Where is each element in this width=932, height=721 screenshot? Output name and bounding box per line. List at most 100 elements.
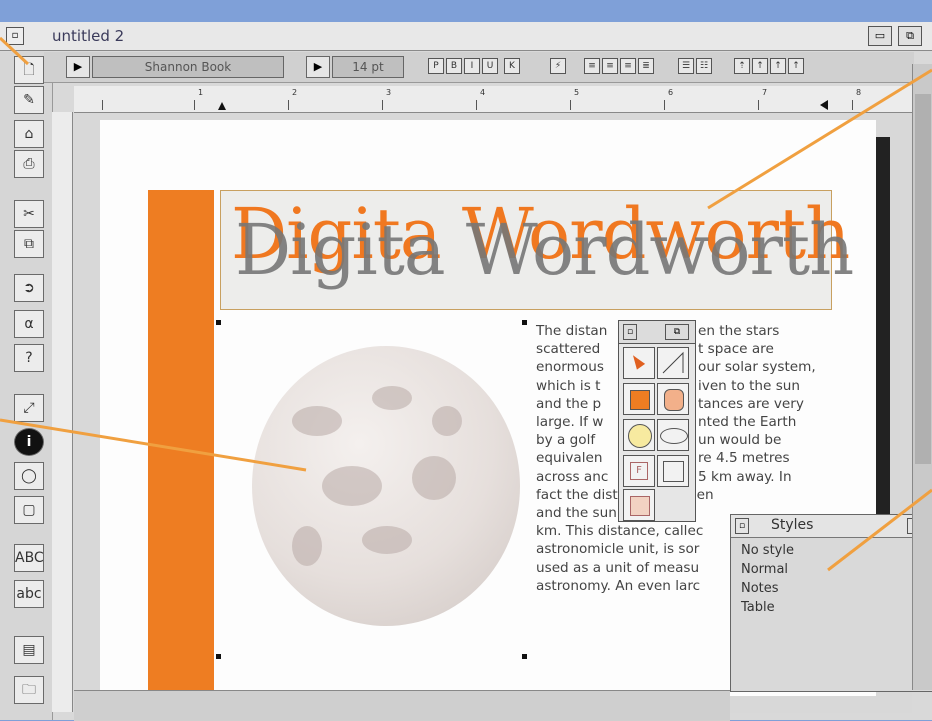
- frame-icon[interactable]: ▢: [14, 496, 44, 524]
- vertical-scroll-thumb[interactable]: [915, 94, 931, 464]
- frame-handle[interactable]: [522, 320, 527, 325]
- heading-frame[interactable]: Digita Wordworth Digita Wordworth: [220, 190, 854, 310]
- text-frame-icon[interactable]: F: [623, 455, 655, 487]
- vertical-scrollbar[interactable]: [912, 64, 932, 690]
- align-center-icon[interactable]: ≡: [602, 58, 618, 74]
- filled-ellipse-icon[interactable]: [623, 419, 655, 451]
- styles-title-bar[interactable]: ▫ Styles ⧉: [731, 515, 932, 538]
- italic-icon[interactable]: I: [464, 58, 480, 74]
- tool-column: 🗋 ✎ ⌂ ⎙ ✂ ⧉ ➲ α ? ⤢ i ◯ ▢ ABC abc ▤ 🗀: [0, 52, 53, 720]
- justify-icon[interactable]: ≣: [638, 58, 654, 74]
- ruler-number: 2: [292, 88, 298, 97]
- style-item-no-style[interactable]: No style: [741, 541, 794, 560]
- abc-tool-icon[interactable]: abc: [14, 580, 44, 608]
- vertical-ruler[interactable]: [52, 112, 73, 712]
- body-line: nted the Earth: [698, 414, 797, 431]
- open-file-icon[interactable]: ✎: [14, 86, 44, 114]
- body-text-right-part: en the stars t space are our solar syste…: [698, 322, 816, 486]
- palette-iconise-icon[interactable]: ⧉: [665, 324, 689, 340]
- page-shadow: [876, 137, 890, 527]
- cut-icon[interactable]: ✂: [14, 200, 44, 228]
- body-line: en the stars: [698, 323, 780, 339]
- styles-panel[interactable]: ▫ Styles ⧉ No style Normal Notes Table ⌃…: [730, 514, 932, 692]
- speech-bubble-icon[interactable]: ◯: [14, 462, 44, 490]
- frame-handle[interactable]: [522, 654, 527, 659]
- ruler-number: 3: [386, 88, 392, 97]
- styles-list: No style Normal Notes Table: [741, 541, 794, 617]
- style-item-notes[interactable]: Notes: [741, 579, 794, 598]
- line-tool-icon[interactable]: [657, 347, 689, 379]
- heading-grey: Digita Wordworth: [235, 209, 854, 291]
- window-title: untitled 2: [52, 27, 125, 45]
- body-line: un would be: [698, 432, 782, 449]
- ellipse-outline-icon[interactable]: [657, 419, 689, 451]
- body-line: iven to the sun: [698, 377, 801, 394]
- iconise-icon[interactable]: ⧉: [898, 26, 922, 46]
- body-line: 5 km away. In: [698, 468, 792, 485]
- filled-rounded-rect-icon[interactable]: [657, 383, 689, 415]
- ruler-number: 1: [198, 88, 204, 97]
- toggle-size-icon[interactable]: ▭: [868, 26, 892, 46]
- drawing-palette[interactable]: ▫ ⧉ F: [618, 320, 696, 522]
- align-left-icon[interactable]: ≡: [584, 58, 600, 74]
- bold-icon[interactable]: B: [446, 58, 462, 74]
- tab-center-icon[interactable]: ↑: [752, 58, 768, 74]
- superscript-icon[interactable]: K: [504, 58, 520, 74]
- save-icon[interactable]: ⌂: [14, 120, 44, 148]
- info-icon[interactable]: i: [14, 428, 44, 456]
- plain-style-icon[interactable]: P: [428, 58, 444, 74]
- moon-image[interactable]: [252, 346, 520, 626]
- style-item-table[interactable]: Table: [741, 598, 794, 617]
- format-toolbar: ▶ Shannon Book ▶ 14 pt P B I U K ⚡ ≡ ≡ ≡…: [44, 52, 914, 83]
- help-icon[interactable]: ?: [14, 344, 44, 372]
- font-name-field[interactable]: Shannon Book: [92, 56, 284, 78]
- print-icon[interactable]: ⎙: [14, 150, 44, 178]
- body-line: t space are: [698, 341, 774, 358]
- styles-title: Styles: [771, 517, 814, 533]
- line-spacing-icon[interactable]: ☰: [678, 58, 694, 74]
- tab-decimal-icon[interactable]: ↑: [788, 58, 804, 74]
- right-margin-marker-icon[interactable]: [820, 100, 828, 110]
- body-line: our solar system,: [698, 359, 816, 376]
- highlight-icon[interactable]: ▤: [14, 636, 44, 664]
- palette-back-icon[interactable]: ▫: [623, 324, 637, 340]
- ruler-number: 8: [856, 88, 862, 97]
- horizontal-scrollbar[interactable]: [74, 690, 730, 721]
- ruler-number: 7: [762, 88, 768, 97]
- picture-frame-icon[interactable]: [623, 489, 655, 521]
- title-bar: ▫ untitled 2 ▭ ⧉: [0, 22, 932, 51]
- palette-title-bar[interactable]: ▫ ⧉: [619, 321, 695, 344]
- size-menu-arrow-icon[interactable]: ▶: [306, 56, 330, 78]
- orange-column-graphic[interactable]: [148, 190, 214, 690]
- select-arrow-icon[interactable]: [623, 347, 655, 379]
- paste-icon[interactable]: ➲: [14, 274, 44, 302]
- rectangle-outline-icon[interactable]: [657, 455, 689, 487]
- spell-icon[interactable]: α: [14, 310, 44, 338]
- underline-icon[interactable]: U: [482, 58, 498, 74]
- font-menu-arrow-icon[interactable]: ▶: [66, 56, 90, 78]
- copy-icon[interactable]: ⧉: [14, 230, 44, 258]
- body-line: tances are very: [698, 395, 804, 412]
- zoom-icon[interactable]: ⤢: [14, 394, 44, 422]
- ruler-number: 6: [668, 88, 674, 97]
- frame-handle[interactable]: [216, 654, 221, 659]
- new-document-icon[interactable]: 🗋: [14, 56, 44, 84]
- style-item-normal[interactable]: Normal: [741, 560, 794, 579]
- para-spacing-icon[interactable]: ☷: [696, 58, 712, 74]
- ruler-number: 5: [574, 88, 580, 97]
- tab-left-icon[interactable]: ⇡: [734, 58, 750, 74]
- horizontal-ruler[interactable]: 1 2 3 4 5 6 7 8: [74, 86, 912, 113]
- font-size-field[interactable]: 14 pt: [332, 56, 404, 78]
- styles-back-icon[interactable]: ▫: [735, 518, 749, 534]
- ruler-number: 4: [480, 88, 486, 97]
- align-right-icon[interactable]: ≡: [620, 58, 636, 74]
- folder-icon[interactable]: 🗀: [14, 676, 44, 704]
- window-back-icon[interactable]: ▫: [6, 27, 24, 45]
- effects-icon[interactable]: ⚡: [550, 58, 566, 74]
- filled-rectangle-icon[interactable]: [623, 383, 655, 415]
- spellcheck-icon[interactable]: ABC: [14, 544, 44, 572]
- body-line: re 4.5 metres: [698, 450, 790, 467]
- tab-right-icon[interactable]: ↑: [770, 58, 786, 74]
- left-margin-marker-icon[interactable]: [218, 102, 226, 110]
- frame-handle[interactable]: [216, 320, 221, 325]
